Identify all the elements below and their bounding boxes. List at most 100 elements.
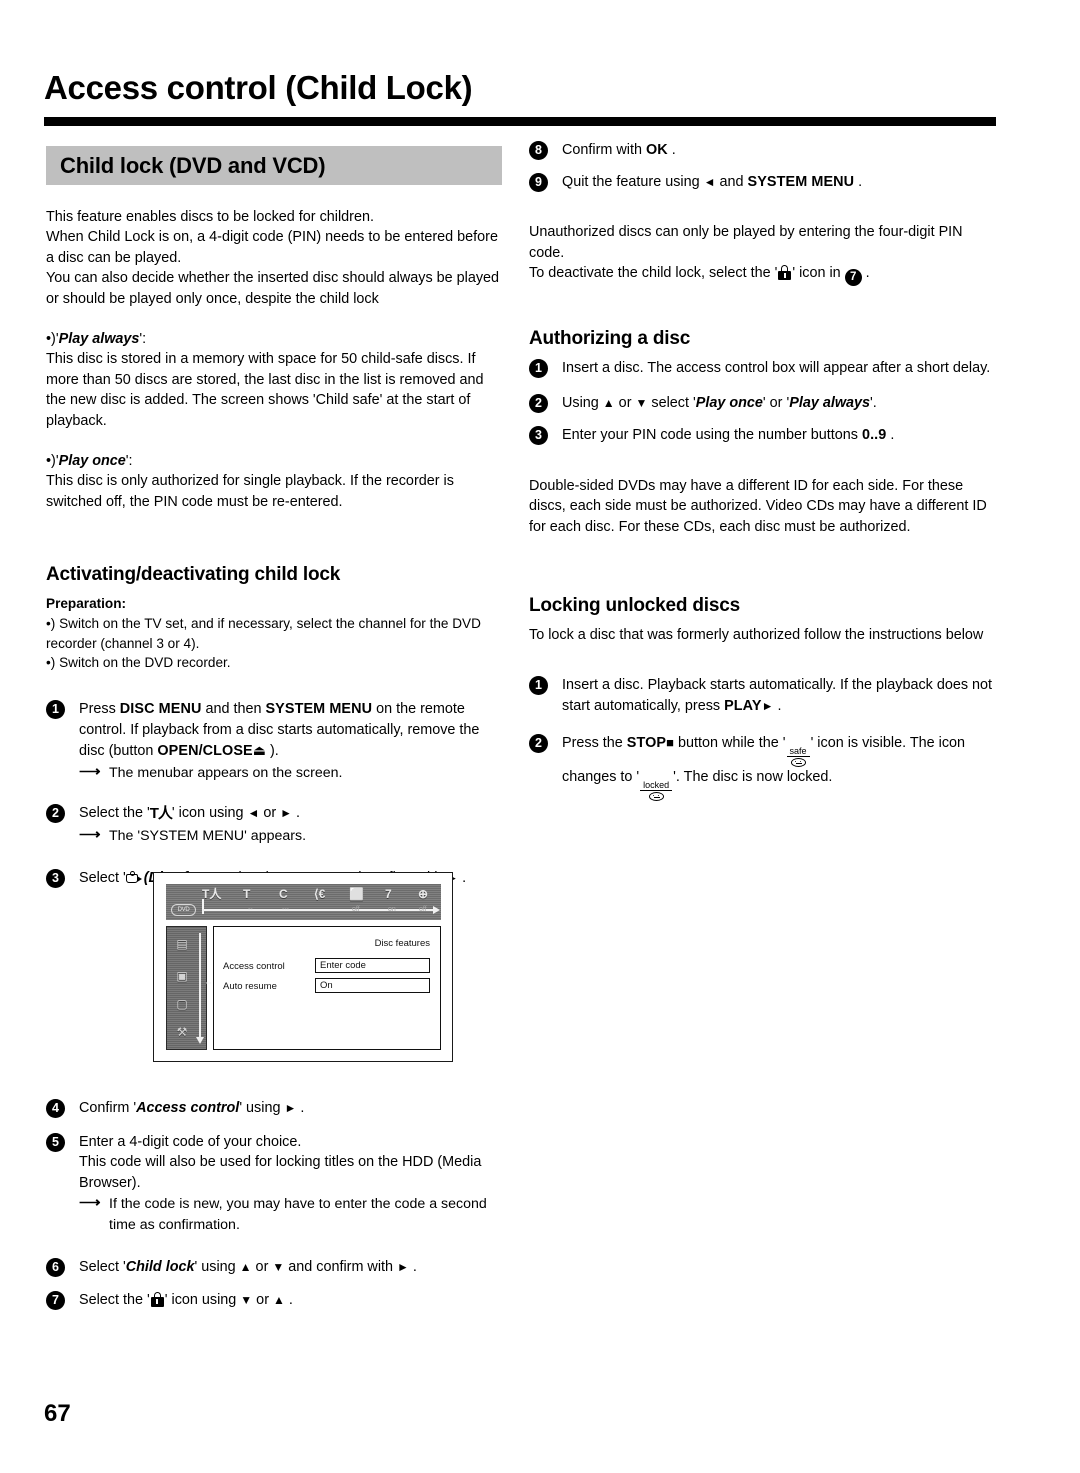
osd-content-panel: Disc features Access control Enter code …: [213, 926, 441, 1050]
left-arrow-icon: [704, 174, 716, 190]
menubar-camera-icon: ὏7: [385, 885, 392, 903]
access-control-emph: Access control: [136, 1100, 239, 1116]
preparation-line-2: •) Switch on the DVD recorder.: [46, 653, 504, 673]
arrow-icon: ⟶: [79, 1193, 101, 1213]
step-text-tail: .: [296, 1100, 304, 1116]
menubar-sublabel-title: --: [248, 904, 253, 915]
step-text-pre: Enter your PIN code using the number but…: [562, 427, 862, 443]
sidepanel-scroll-indicator[interactable]: [199, 933, 201, 1037]
step-number: 6: [46, 1258, 65, 1277]
tools-icon: T人: [150, 804, 172, 825]
lock-step-2: 2 Press the STOP button while the 'safe '…: [529, 733, 997, 801]
right-arrow-icon: [284, 1100, 296, 1116]
authorizing-note: Double-sided DVDs may have a different I…: [529, 476, 997, 537]
tv-screen-inner: T人 T C ⟨€ ⬜ ὏7 ⊕ DVD -- --- off on off ▤: [166, 884, 441, 1050]
sidepanel-settings-icon[interactable]: ⚒: [172, 1025, 192, 1039]
menubar-rule: [202, 909, 433, 911]
tv-screen-figure: T人 T C ⟨€ ⬜ ὏7 ⊕ DVD -- --- off on off ▤: [153, 872, 453, 1062]
preparation-label: Preparation:: [46, 594, 504, 614]
dvd-badge: DVD: [171, 904, 196, 916]
step-5: 5 Enter a 4-digit code of your choice. T…: [46, 1132, 504, 1236]
menubar-sublabel-camera: on: [388, 904, 396, 915]
down-arrow-icon: [240, 1292, 252, 1308]
step-6: 6 Select 'Child lock' using or and confi…: [46, 1257, 504, 1278]
right-column: 8 Confirm with OK . 9 Quit the feature u…: [529, 140, 997, 801]
step-text-tail: .: [773, 698, 781, 714]
left-column-lower: 4 Confirm 'Access control' using . 5 Ent…: [46, 1098, 504, 1310]
right-arrow-icon: [397, 1259, 409, 1275]
key-ok: OK: [646, 142, 668, 158]
step-text-tail: '.: [870, 395, 877, 411]
deactivate-note-mid: ' icon in: [792, 265, 844, 281]
activating-heading: Activating/deactivating child lock: [46, 564, 504, 586]
step-text-pre: Select ': [79, 1259, 126, 1275]
key-number-buttons: 0..9: [862, 427, 886, 443]
step-text-mid: ' using: [239, 1100, 284, 1116]
deactivate-note: To deactivate the child lock, select the…: [529, 263, 997, 286]
deactivate-note-tail: .: [862, 265, 870, 281]
menubar-sublabel-chapter: ---: [282, 904, 289, 915]
menubar-tools-icon: T人: [202, 885, 221, 903]
play-once-label: Play once: [59, 453, 126, 469]
step-text-pre: Confirm with: [562, 142, 646, 158]
step-reference-badge: 7: [845, 269, 862, 286]
intro-line-2: When Child Lock is on, a 4-digit code (P…: [46, 227, 504, 268]
step-text-tail: .: [285, 1292, 293, 1308]
step-number: 3: [529, 426, 548, 445]
step-text-tail: .: [668, 142, 676, 158]
step-text-mid: or: [615, 395, 636, 411]
key-open-close: OPEN/CLOSE: [157, 743, 252, 759]
step-1-result-text: The menubar appears on the screen.: [109, 765, 342, 781]
step-2-result: ⟶ The 'SYSTEM MENU' appears.: [79, 826, 504, 846]
step-text-mid: ' icon using: [172, 805, 248, 821]
locking-intro: To lock a disc that was formerly authori…: [529, 625, 997, 645]
sidepanel-picture-icon[interactable]: ▢: [172, 997, 192, 1011]
step-text-post: or: [259, 805, 280, 821]
auth-step-1: 1 Insert a disc. The access control box …: [529, 358, 997, 379]
step-text-tail: .: [886, 427, 894, 443]
step-number: 4: [46, 1099, 65, 1118]
step-number: 2: [529, 734, 548, 753]
sidepanel-lock-icon[interactable]: ▤: [172, 937, 192, 951]
step-text-mid: button while the ': [674, 735, 786, 751]
play-always-heading: •)'Play always':: [46, 329, 504, 349]
step-7: 7 Select the ' ' icon using or .: [46, 1290, 504, 1311]
lock-step-1: 1 Insert a disc. Playback starts automat…: [529, 675, 997, 716]
sidepanel-lr-marker: ⇔: [204, 977, 213, 987]
child-lock-emph: Child lock: [126, 1259, 195, 1275]
locked-icon-label: locked: [640, 780, 672, 791]
stop-square-icon: [666, 735, 674, 751]
authorizing-heading: Authorizing a disc: [529, 328, 997, 350]
up-arrow-icon: [273, 1292, 285, 1308]
auth-step-2: 2 Using or select 'Play once' or 'Play a…: [529, 393, 997, 414]
step-text-tail: .: [854, 174, 862, 190]
step-text-pre: Select ': [79, 870, 126, 886]
step-number: 1: [46, 700, 65, 719]
left-column: Child lock (DVD and VCD) This feature en…: [46, 146, 504, 889]
step-text-tail2: and confirm with: [284, 1259, 397, 1275]
menubar-sublabel-subtitle: off: [352, 904, 360, 915]
osd-field-access-control[interactable]: Enter code: [315, 958, 430, 973]
menubar-audio-icon: ⟨€: [314, 885, 325, 903]
step-text-mid: ' using: [195, 1259, 240, 1275]
play-once-emph: Play once: [696, 395, 763, 411]
page-number: 67: [44, 1400, 71, 1428]
step-text-mid: and: [716, 174, 748, 190]
play-always-body: This disc is stored in a memory with spa…: [46, 349, 504, 431]
deactivate-note-pre: To deactivate the child lock, select the…: [529, 265, 777, 281]
osd-panel-title: Disc features: [375, 938, 430, 949]
osd-field-auto-resume[interactable]: On: [315, 978, 430, 993]
step-1-result: ⟶ The menubar appears on the screen.: [79, 763, 504, 783]
locking-heading: Locking unlocked discs: [529, 595, 997, 617]
title-rule: [44, 117, 996, 126]
play-arrow-icon: [762, 698, 774, 714]
step-5-line-1: Enter a 4-digit code of your choice.: [79, 1134, 301, 1150]
eject-icon: [253, 743, 266, 759]
up-arrow-icon: [240, 1259, 252, 1275]
unauthorized-note: Unauthorized discs can only be played by…: [529, 222, 997, 263]
step-text-pre: Press: [79, 701, 120, 717]
step-text-joiner: ' or ': [763, 395, 789, 411]
sidepanel-disc-icon[interactable]: ▣: [172, 969, 192, 983]
locked-icon: locked: [640, 780, 672, 801]
osd-sidepanel: ▤ ▣ ▢ ⚒ ⇔: [166, 926, 207, 1050]
